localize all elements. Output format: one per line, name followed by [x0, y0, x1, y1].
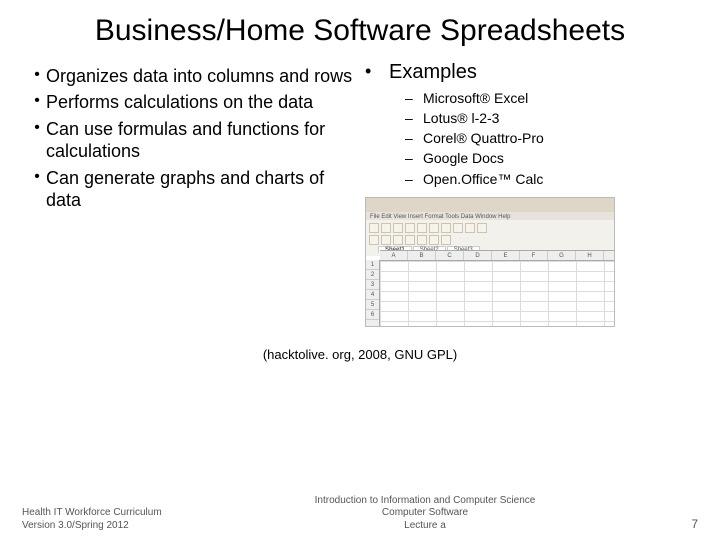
- content-columns: •Organizes data into columns and rows •P…: [0, 57, 720, 327]
- image-caption: (hacktolive. org, 2008, GNU GPL): [0, 347, 720, 362]
- thumb-toolbar-2: [366, 234, 614, 246]
- list-item: –Open.Office™ Calc: [405, 169, 692, 189]
- thumb-column-headers: ABCDEFGH: [380, 250, 614, 260]
- right-column: •Examples –Microsoft® Excel –Lotus® l-2-…: [365, 65, 692, 327]
- list-item: •Can use formulas and functions for calc…: [28, 118, 355, 163]
- list-item: –Microsoft® Excel: [405, 88, 692, 108]
- spreadsheet-screenshot: File Edit View Insert Format Tools Data …: [365, 197, 615, 327]
- thumb-toolbar: [366, 222, 614, 234]
- list-item: •Performs calculations on the data: [28, 91, 355, 114]
- footer-left: Health IT Workforce Curriculum Version 3…: [22, 507, 192, 532]
- left-column: •Organizes data into columns and rows •P…: [28, 65, 355, 327]
- slide-footer: Health IT Workforce Curriculum Version 3…: [0, 495, 720, 533]
- thumb-row-headers: 123456: [366, 260, 380, 326]
- examples-heading: •Examples: [365, 61, 692, 84]
- list-item: –Google Docs: [405, 148, 692, 168]
- slide-title: Business/Home Software Spreadsheets: [0, 0, 720, 57]
- thumb-titlebar: [366, 198, 614, 212]
- list-item: –Corel® Quattro-Pro: [405, 128, 692, 148]
- list-item: •Can generate graphs and charts of data: [28, 167, 355, 212]
- list-item: •Organizes data into columns and rows: [28, 65, 355, 88]
- examples-list: –Microsoft® Excel –Lotus® l-2-3 –Corel® …: [405, 88, 692, 189]
- thumb-menubar: File Edit View Insert Format Tools Data …: [366, 212, 614, 222]
- feature-list: •Organizes data into columns and rows •P…: [28, 65, 355, 212]
- footer-center: Introduction to Information and Computer…: [192, 495, 658, 533]
- thumb-grid: [380, 260, 614, 326]
- page-number: 7: [658, 517, 698, 532]
- list-item: –Lotus® l-2-3: [405, 108, 692, 128]
